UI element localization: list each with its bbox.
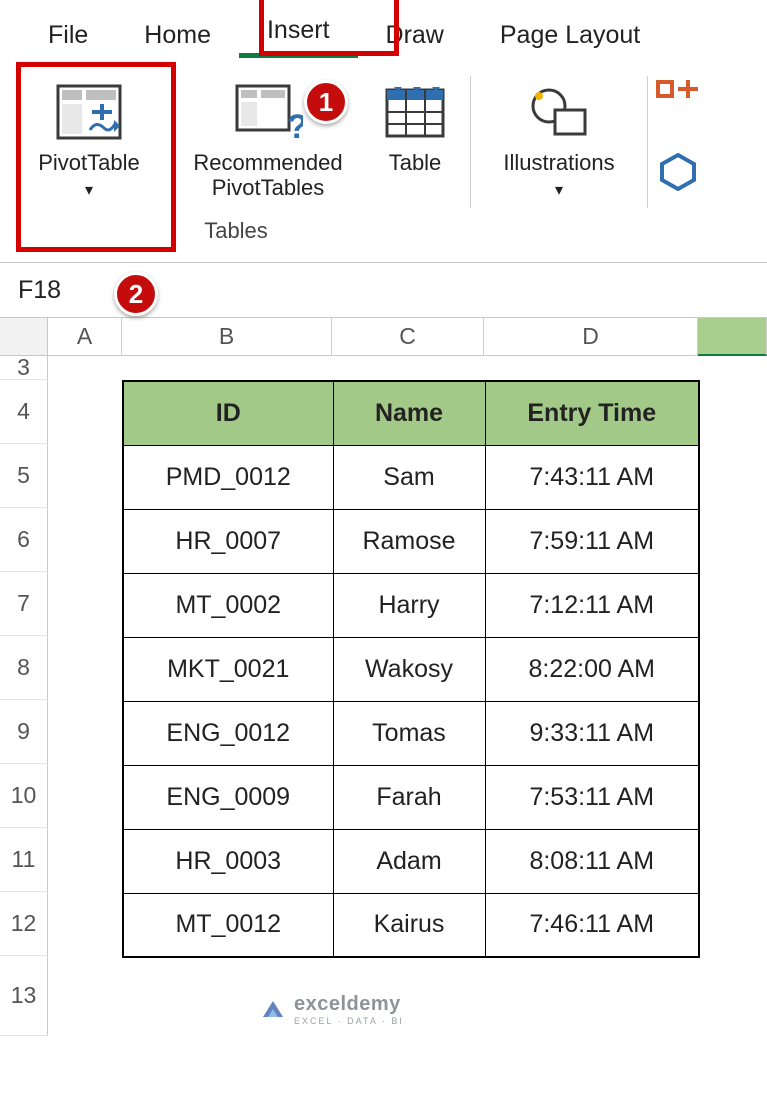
row-header[interactable]: 5 [0, 444, 48, 508]
table-label: Table [389, 150, 442, 208]
chevron-down-icon: ▾ [85, 182, 93, 199]
data-table: ID Name Entry Time PMD_0012Sam7:43:11 AM… [122, 380, 700, 958]
col-header-D[interactable]: D [484, 318, 698, 356]
cells-area[interactable]: ID Name Entry Time PMD_0012Sam7:43:11 AM… [48, 356, 767, 1036]
tab-draw[interactable]: Draw [358, 11, 472, 58]
cell-time[interactable]: 7:59:11 AM [485, 509, 699, 573]
row-header[interactable]: 13 [0, 956, 48, 1036]
callout-1: 1 [304, 80, 348, 124]
cell-name[interactable]: Sam [333, 445, 485, 509]
table-row: ENG_0009Farah7:53:11 AM [123, 765, 699, 829]
group-label-tables: Tables [204, 218, 268, 244]
row-header[interactable]: 11 [0, 828, 48, 892]
callout-2: 2 [114, 272, 158, 316]
tab-home[interactable]: Home [116, 11, 239, 58]
chevron-down-icon: ▾ [555, 182, 563, 199]
cell-id[interactable]: MT_0002 [123, 573, 333, 637]
watermark: exceldemy EXCEL · DATA · BI [260, 993, 404, 1026]
select-all-corner[interactable] [0, 318, 48, 356]
table-icon [384, 78, 446, 146]
row-header[interactable]: 10 [0, 764, 48, 828]
header-time[interactable]: Entry Time [485, 381, 699, 445]
table-row: PMD_0012Sam7:43:11 AM [123, 445, 699, 509]
watermark-tagline: EXCEL · DATA · BI [294, 1016, 404, 1026]
watermark-brand: exceldemy [294, 993, 401, 1015]
cell-id[interactable]: PMD_0012 [123, 445, 333, 509]
cell-time[interactable]: 7:53:11 AM [485, 765, 699, 829]
cell-id[interactable]: HR_0003 [123, 829, 333, 893]
cell-time[interactable]: 9:33:11 AM [485, 701, 699, 765]
ribbon-separator [647, 76, 648, 208]
tab-file[interactable]: File [20, 11, 116, 58]
cell-name[interactable]: Farah [333, 765, 485, 829]
recommended-label-2: PivotTables [212, 175, 325, 200]
ribbon-group-illustrations: Illustrations ▾ [479, 70, 639, 244]
group-label-illustrations-empty [556, 218, 562, 244]
ribbon-separator [470, 76, 471, 208]
cell-time[interactable]: 7:12:11 AM [485, 573, 699, 637]
cell-time[interactable]: 8:22:00 AM [485, 637, 699, 701]
hexagon-icon[interactable] [656, 151, 700, 196]
row-header[interactable]: 7 [0, 572, 48, 636]
row-header[interactable]: 4 [0, 380, 48, 444]
cell-name[interactable]: Ramose [333, 509, 485, 573]
cell-id[interactable]: ENG_0012 [123, 701, 333, 765]
cell-name[interactable]: Adam [333, 829, 485, 893]
cell-time[interactable]: 7:43:11 AM [485, 445, 699, 509]
table-row: ENG_0012Tomas9:33:11 AM [123, 701, 699, 765]
ribbon: 1 2 PivotTable▾ [0, 58, 767, 244]
row-header[interactable]: 12 [0, 892, 48, 956]
cell-name[interactable]: Wakosy [333, 637, 485, 701]
table-header-row: ID Name Entry Time [123, 381, 699, 445]
header-id[interactable]: ID [123, 381, 333, 445]
cell-id[interactable]: ENG_0009 [123, 765, 333, 829]
table-button[interactable]: Table [368, 70, 462, 212]
cell-name[interactable]: Tomas [333, 701, 485, 765]
ribbon-group-partial [656, 70, 700, 244]
watermark-icon [260, 997, 286, 1023]
recommended-label-1: Recommended [193, 150, 342, 175]
cell-id[interactable]: MKT_0021 [123, 637, 333, 701]
illustrations-label: Illustrations [503, 150, 614, 175]
name-box[interactable]: F18 [0, 276, 79, 305]
tab-insert[interactable]: Insert [239, 6, 358, 58]
row-headers: 3 4 5 6 7 8 9 10 11 12 13 [0, 356, 48, 1036]
ribbon-group-tables: PivotTable ▾ ? RecommendedPivotTables [10, 70, 462, 244]
row-header[interactable]: 6 [0, 508, 48, 572]
table-row: MT_0002Harry7:12:11 AM [123, 573, 699, 637]
row-header[interactable]: 9 [0, 700, 48, 764]
illustrations-button[interactable]: Illustrations ▾ [479, 70, 639, 212]
cell-name[interactable]: Harry [333, 573, 485, 637]
recommended-pivottables-icon: ? [233, 78, 303, 146]
col-header-C[interactable]: C [332, 318, 484, 356]
cell-time[interactable]: 8:08:11 AM [485, 829, 699, 893]
col-header-E-partial[interactable] [698, 318, 767, 356]
ribbon-tabs: File Home Insert Draw Page Layout [0, 0, 767, 58]
pivottable-button[interactable]: PivotTable ▾ [10, 70, 168, 212]
column-headers: A B C D [0, 318, 767, 356]
table-row: MT_0012Kairus7:46:11 AM [123, 893, 699, 957]
svg-text:?: ? [287, 108, 303, 142]
row-header[interactable]: 8 [0, 636, 48, 700]
shapes-icon [527, 78, 591, 146]
cell-id[interactable]: MT_0012 [123, 893, 333, 957]
col-header-A[interactable]: A [48, 318, 122, 356]
header-name[interactable]: Name [333, 381, 485, 445]
pivottable-label: PivotTable [38, 150, 140, 175]
table-row: HR_0007Ramose7:59:11 AM [123, 509, 699, 573]
table-row: HR_0003Adam8:08:11 AM [123, 829, 699, 893]
pivottable-icon [54, 78, 124, 146]
col-header-B[interactable]: B [122, 318, 332, 356]
addins-icon[interactable] [656, 80, 700, 125]
cell-time[interactable]: 7:46:11 AM [485, 893, 699, 957]
cell-id[interactable]: HR_0007 [123, 509, 333, 573]
worksheet-grid[interactable]: A B C D 3 4 5 6 7 8 9 10 11 12 13 ID Nam… [0, 318, 767, 1036]
row-header[interactable]: 3 [0, 356, 48, 380]
tab-page-layout[interactable]: Page Layout [472, 11, 668, 58]
table-row: MKT_0021Wakosy8:22:00 AM [123, 637, 699, 701]
cell-name[interactable]: Kairus [333, 893, 485, 957]
